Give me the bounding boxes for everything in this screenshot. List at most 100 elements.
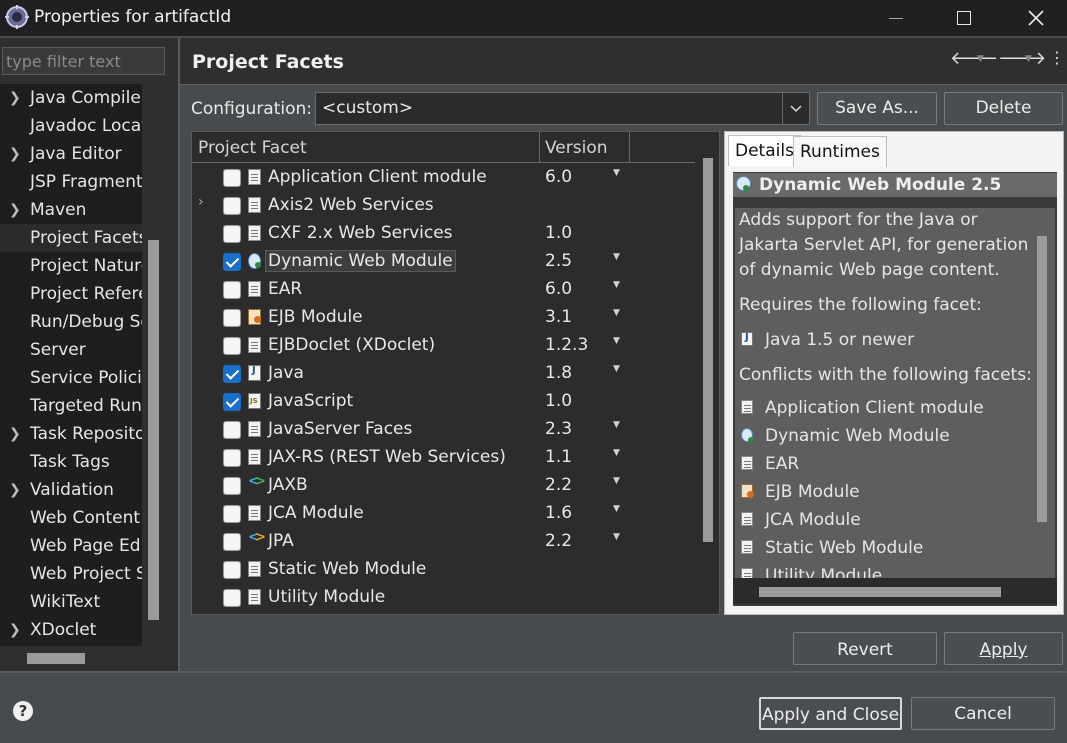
delete-button[interactable]: Delete	[944, 92, 1063, 125]
nav-item[interactable]: ❯ Task Repository	[0, 420, 142, 448]
facet-version[interactable]: 1.0	[545, 391, 572, 411]
facet-checkbox[interactable]	[223, 393, 241, 411]
facet-checkbox[interactable]	[223, 505, 241, 523]
facet-checkbox[interactable]	[223, 533, 241, 551]
facet-version[interactable]: 1.1	[545, 447, 572, 467]
version-dropdown-icon[interactable]: ▼	[613, 308, 620, 318]
apply-and-close-button[interactable]: Apply and Close	[759, 697, 902, 730]
version-dropdown-icon[interactable]: ▼	[613, 504, 620, 514]
facets-vertical-scrollbar[interactable]	[703, 158, 713, 542]
facet-checkbox[interactable]	[223, 477, 241, 495]
tab-details[interactable]: Details	[728, 135, 801, 166]
version-dropdown-icon[interactable]: ▼	[613, 364, 620, 374]
column-header-version[interactable]: Version	[545, 138, 608, 158]
facet-version[interactable]: 1.2.3	[545, 335, 588, 355]
back-dropdown-icon[interactable]: ▼	[977, 54, 984, 64]
chevron-right-icon[interactable]: ›	[198, 194, 204, 210]
version-dropdown-icon[interactable]: ▼	[613, 336, 620, 346]
table-row[interactable]: CXF 2.x Web Services 1.0	[192, 220, 695, 248]
facet-checkbox[interactable]	[223, 365, 241, 383]
facet-version[interactable]: 2.2	[545, 475, 572, 495]
configuration-select[interactable]: <custom>	[315, 92, 810, 125]
nav-item[interactable]: Project References	[0, 280, 142, 308]
facet-checkbox[interactable]	[223, 281, 241, 299]
nav-item[interactable]: Service Policies	[0, 364, 142, 392]
column-separator[interactable]	[629, 132, 630, 162]
chevron-right-icon[interactable]: ❯	[9, 476, 21, 504]
facet-version[interactable]: 1.0	[545, 223, 572, 243]
nav-item[interactable]: Web Page Editor	[0, 532, 142, 560]
facet-checkbox[interactable]	[223, 589, 241, 607]
facet-checkbox[interactable]	[223, 421, 241, 439]
nav-item[interactable]: Project Natures	[0, 252, 142, 280]
nav-item[interactable]: Server	[0, 336, 142, 364]
forward-arrow-icon[interactable]: 🡒	[998, 48, 1046, 69]
maximize-button[interactable]	[937, 0, 991, 36]
nav-item[interactable]: ❯ Java Compiler	[0, 84, 142, 112]
facet-checkbox[interactable]	[223, 337, 241, 355]
facet-checkbox[interactable]	[223, 561, 241, 579]
table-row[interactable]: Dynamic Web Module 2.5 ▼	[192, 248, 695, 276]
table-row[interactable]: EJBDoclet (XDoclet) 1.2.3 ▼	[192, 332, 695, 360]
facet-version[interactable]: 1.8	[545, 363, 572, 383]
facet-version[interactable]: 6.0	[545, 279, 572, 299]
nav-item[interactable]: WikiText	[0, 588, 142, 616]
version-dropdown-icon[interactable]: ▼	[613, 168, 620, 178]
save-as-button[interactable]: Save As...	[817, 92, 937, 125]
minimize-button[interactable]	[869, 0, 923, 36]
version-dropdown-icon[interactable]: ▼	[613, 532, 620, 542]
forward-dropdown-icon[interactable]: ▼	[1025, 54, 1032, 64]
tab-runtimes[interactable]: Runtimes	[793, 136, 887, 167]
facet-checkbox[interactable]	[223, 309, 241, 327]
version-dropdown-icon[interactable]: ▼	[613, 252, 620, 262]
facet-checkbox[interactable]	[223, 225, 241, 243]
chevron-right-icon[interactable]: ❯	[9, 196, 21, 224]
table-row[interactable]: › Axis2 Web Services	[192, 192, 695, 220]
version-dropdown-icon[interactable]: ▼	[613, 420, 620, 430]
table-row[interactable]: Utility Module	[192, 584, 695, 612]
table-row[interactable]: Java 1.8 ▼	[192, 360, 695, 388]
table-row[interactable]: JAX-RS (REST Web Services) 1.1 ▼	[192, 444, 695, 472]
table-row[interactable]: JavaScript 1.0	[192, 388, 695, 416]
table-row[interactable]: JPA 2.2 ▼	[192, 528, 695, 556]
column-separator[interactable]	[539, 132, 540, 162]
filter-input[interactable]: type filter text	[2, 47, 165, 75]
nav-item[interactable]: Web Content Settings	[0, 504, 142, 532]
scrollbar-thumb[interactable]	[759, 587, 1001, 597]
nav-item[interactable]: ❯ Java Editor	[0, 140, 142, 168]
version-dropdown-icon[interactable]: ▼	[613, 280, 620, 290]
table-row[interactable]: Static Web Module	[192, 556, 695, 584]
chevron-right-icon[interactable]: ❯	[9, 140, 21, 168]
nav-horizontal-scrollbar[interactable]	[27, 653, 85, 664]
help-icon[interactable]: ?	[13, 701, 33, 721]
facet-version[interactable]: 3.1	[545, 307, 572, 327]
nav-item[interactable]: Task Tags	[0, 448, 142, 476]
close-button[interactable]	[1009, 0, 1063, 36]
facet-version[interactable]: 2.2	[545, 531, 572, 551]
facet-checkbox[interactable]	[223, 169, 241, 187]
details-horizontal-scrollbar[interactable]	[733, 578, 1057, 604]
view-menu-icon[interactable]: ⋮	[1049, 48, 1065, 67]
version-dropdown-icon[interactable]: ▼	[613, 476, 620, 486]
facet-version[interactable]: 1.6	[545, 503, 572, 523]
column-header-facet[interactable]: Project Facet	[198, 138, 307, 158]
cancel-button[interactable]: Cancel	[911, 697, 1055, 730]
facet-checkbox[interactable]	[223, 449, 241, 467]
nav-item[interactable]: JSP Fragment	[0, 168, 142, 196]
nav-vertical-scrollbar[interactable]	[148, 240, 159, 620]
facet-checkbox[interactable]	[223, 197, 241, 215]
nav-item[interactable]: Run/Debug Settings	[0, 308, 142, 336]
table-row[interactable]: EJB Module 3.1 ▼	[192, 304, 695, 332]
chevron-right-icon[interactable]: ❯	[9, 84, 21, 112]
nav-item[interactable]: Targeted Runtimes	[0, 392, 142, 420]
nav-item[interactable]: ❯ Validation	[0, 476, 142, 504]
sash-divider[interactable]	[178, 38, 180, 671]
version-dropdown-icon[interactable]: ▼	[613, 448, 620, 458]
chevron-right-icon[interactable]: ❯	[9, 420, 21, 448]
table-row[interactable]: Application Client module 6.0 ▼	[192, 164, 695, 192]
back-arrow-icon[interactable]: 🡐	[950, 48, 998, 69]
facet-version[interactable]: 2.5	[545, 251, 572, 271]
facet-checkbox[interactable]	[223, 253, 241, 271]
table-row[interactable]: EAR 6.0 ▼	[192, 276, 695, 304]
chevron-right-icon[interactable]: ❯	[9, 616, 21, 644]
